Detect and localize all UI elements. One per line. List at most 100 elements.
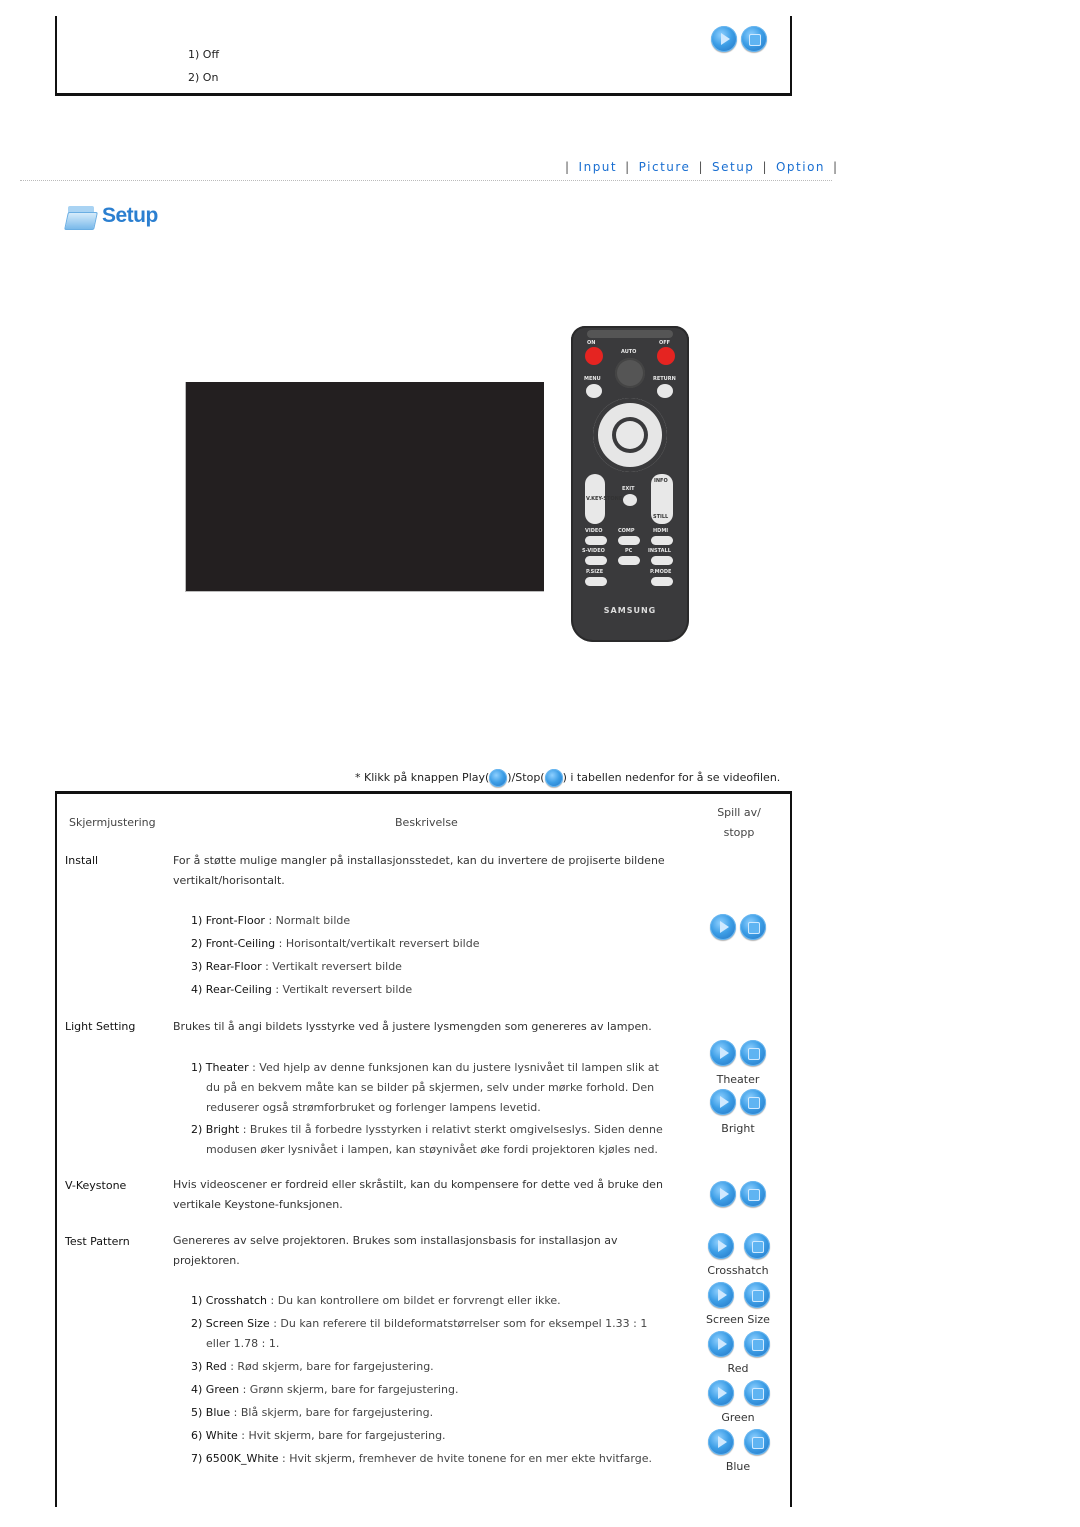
blue-controls xyxy=(708,1429,770,1455)
red-controls xyxy=(708,1331,770,1357)
pmode-label: P.MODE xyxy=(650,569,672,575)
theater-controls xyxy=(710,1040,766,1066)
header-beskrivelse: Beskrivelse xyxy=(395,816,458,829)
caption-theater: Theater xyxy=(716,1073,760,1086)
video-label: VIDEO xyxy=(585,528,603,534)
instruction-note: * Klikk på knappen Play()/Stop() i tabel… xyxy=(355,769,780,787)
install-label: INSTALL xyxy=(648,548,671,554)
play-icon xyxy=(489,769,508,787)
nav-separator: | xyxy=(698,160,704,174)
install-controls xyxy=(710,914,766,940)
desc-line: Hvis videoscener er fordreid eller skrås… xyxy=(173,1178,663,1191)
remote-control-image: ON OFF AUTO MENU RETURN V.KEY-STONE EXIT… xyxy=(571,326,689,642)
dpad xyxy=(593,398,667,472)
dotted-divider xyxy=(20,180,832,181)
menu-button xyxy=(586,384,602,398)
svideo-label: S-VIDEO xyxy=(582,548,605,554)
power-on-button xyxy=(585,347,603,365)
play-button[interactable] xyxy=(710,914,736,940)
info-label: INFO xyxy=(654,478,668,484)
play-button[interactable] xyxy=(710,1040,736,1066)
vkeystone-label: V.KEY-STONE xyxy=(586,496,623,502)
desc-line: Genereres av selve projektoren. Brukes s… xyxy=(173,1234,618,1247)
page-title: Setup xyxy=(102,204,158,227)
psize-label: P.SIZE xyxy=(586,569,604,575)
stop-button[interactable] xyxy=(744,1331,770,1357)
nav-picture[interactable]: Picture xyxy=(639,160,691,174)
light-setting-description: Brukes til å angi bildets lysstyrke ved … xyxy=(173,1017,693,1037)
psize-button xyxy=(585,577,607,586)
row-label-light-setting: Light Setting xyxy=(65,1020,136,1033)
caption-screen-size: Screen Size xyxy=(706,1313,770,1326)
list-item: 1) Theater : Ved hjelp av denne funksjon… xyxy=(191,1061,659,1114)
folder-icon xyxy=(64,204,98,230)
stop-button[interactable] xyxy=(744,1380,770,1406)
desc-line: vertikale Keystone-funksjonen. xyxy=(173,1198,343,1211)
test-pattern-options: 1) Crosshatch : Du kan kontrollere om bi… xyxy=(191,1291,681,1469)
desc-line: vertikalt/horisontalt. xyxy=(173,874,285,887)
desc-line: projektoren. xyxy=(173,1254,240,1267)
enter-button xyxy=(616,421,644,449)
play-stop-controls xyxy=(711,26,767,52)
list-item: 4) Green : Grønn skjerm, bare for fargej… xyxy=(191,1383,459,1396)
on-label: ON xyxy=(587,340,596,346)
video-player[interactable] xyxy=(185,382,544,592)
menu-label: MENU xyxy=(584,376,601,382)
section-nav: | Input | Picture | Setup | Option | xyxy=(565,160,839,174)
row-label-install: Install xyxy=(65,854,99,867)
off-label: OFF xyxy=(659,340,671,346)
note-prefix: * Klikk på knappen Play( xyxy=(355,771,490,784)
header-spill-av-line1: Spill av/ xyxy=(717,806,761,819)
list-item: 2) Bright : Brukes til å forbedre lyssty… xyxy=(191,1123,663,1156)
install-options: 1) Front-Floor : Normalt bilde 2) Front-… xyxy=(191,911,681,1000)
play-button[interactable] xyxy=(708,1380,734,1406)
stop-button[interactable] xyxy=(740,1040,766,1066)
nav-option[interactable]: Option xyxy=(776,160,825,174)
header-spill-av-line2: stopp xyxy=(723,826,755,839)
option-on: 2) On xyxy=(188,71,219,84)
list-item: 4) Rear-Ceiling : Vertikalt reversert bi… xyxy=(191,983,413,996)
play-button[interactable] xyxy=(711,26,737,52)
nav-input[interactable]: Input xyxy=(579,160,618,174)
play-button[interactable] xyxy=(708,1233,734,1259)
auto-label: AUTO xyxy=(621,349,637,355)
stop-button[interactable] xyxy=(744,1282,770,1308)
install-description: For å støtte mulige mangler på installas… xyxy=(173,851,693,891)
exit-button xyxy=(623,494,637,506)
bright-controls xyxy=(710,1089,766,1115)
comp-button xyxy=(618,536,640,545)
hdmi-label: HDMI xyxy=(653,528,669,534)
caption-crosshatch: Crosshatch xyxy=(707,1264,769,1277)
install-button xyxy=(651,556,673,565)
play-button[interactable] xyxy=(708,1282,734,1308)
video-button xyxy=(585,536,607,545)
play-button[interactable] xyxy=(708,1331,734,1357)
stop-button[interactable] xyxy=(740,1089,766,1115)
stop-icon xyxy=(544,769,563,787)
play-button[interactable] xyxy=(710,1181,736,1207)
play-button[interactable] xyxy=(710,1089,736,1115)
power-off-button xyxy=(657,347,675,365)
v-keystone-description: Hvis videoscener er fordreid eller skrås… xyxy=(173,1175,693,1215)
caption-bright: Bright xyxy=(721,1122,755,1135)
nav-separator: | xyxy=(625,160,631,174)
return-button xyxy=(657,384,673,398)
play-button[interactable] xyxy=(708,1429,734,1455)
stop-button[interactable] xyxy=(744,1429,770,1455)
list-item: 3) Red : Rød skjerm, bare for fargejuste… xyxy=(191,1360,434,1373)
stop-button[interactable] xyxy=(744,1233,770,1259)
still-label: STILL xyxy=(653,514,669,520)
nav-separator: | xyxy=(833,160,839,174)
stop-button[interactable] xyxy=(740,1181,766,1207)
list-item: 3) Rear-Floor : Vertikalt reversert bild… xyxy=(191,960,402,973)
list-item: 5) Blue : Blå skjerm, bare for fargejust… xyxy=(191,1406,434,1419)
svideo-button xyxy=(585,556,607,565)
stop-button[interactable] xyxy=(741,26,767,52)
nav-setup[interactable]: Setup xyxy=(712,160,754,174)
nav-separator: | xyxy=(565,160,571,174)
stop-button[interactable] xyxy=(740,914,766,940)
list-item: 1) Crosshatch : Du kan kontrollere om bi… xyxy=(191,1294,561,1307)
hdmi-button xyxy=(651,536,673,545)
pmode-button xyxy=(651,577,673,586)
ir-window xyxy=(587,330,673,338)
